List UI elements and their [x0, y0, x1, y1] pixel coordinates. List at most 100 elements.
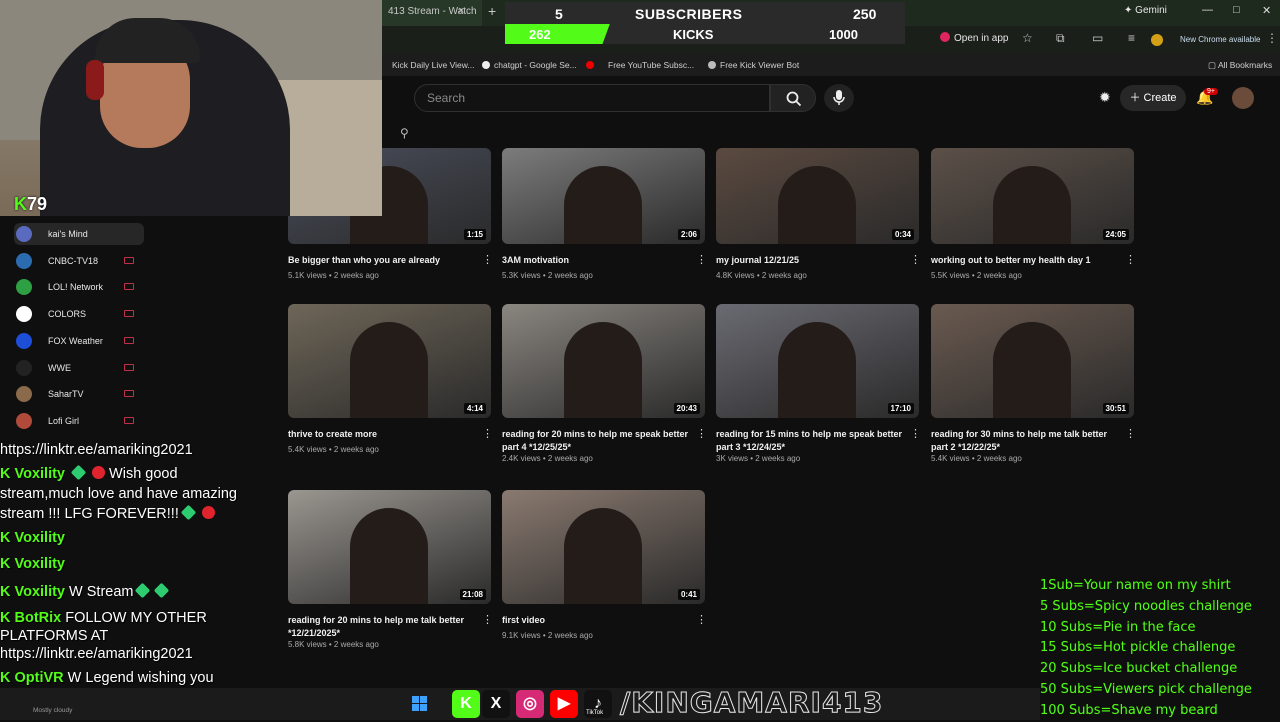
gemini-button[interactable]: ✦ Gemini [1124, 5, 1167, 16]
cast-icon[interactable]: ▭ [1092, 31, 1103, 45]
video-thumbnail[interactable]: 0:41 [502, 490, 705, 604]
channel-brand-handle: /KINGAMARI413 [619, 686, 884, 720]
search-button[interactable] [770, 84, 816, 112]
kick-icon[interactable]: K [452, 690, 480, 718]
globe-icon [708, 61, 716, 69]
video-title[interactable]: working out to better my health day 1 [931, 254, 1121, 267]
video-thumbnail[interactable]: 20:43 [502, 304, 705, 418]
thumbnail-person [993, 166, 1071, 244]
video-title[interactable]: reading for 20 mins to help me speak bet… [502, 428, 692, 454]
sidebar-item-channel[interactable]: CNBC-TV18 [14, 250, 274, 272]
bookmark-label: Free YouTube Subsc... [608, 60, 695, 70]
subscribers-goal: 250 [853, 6, 877, 22]
all-bookmarks-button[interactable]: ▢ All Bookmarks [1208, 60, 1272, 71]
subscribers-current: 5 [555, 6, 563, 22]
profile-icon[interactable] [1151, 34, 1163, 46]
windows-start-icon[interactable] [412, 696, 428, 712]
thumbnail-person [993, 322, 1071, 418]
bookmark-item[interactable]: Kick Daily Live View... [392, 60, 475, 70]
kick-badge-icon: K [0, 670, 15, 686]
video-duration: 2:06 [677, 229, 700, 240]
sidebar-item-channel[interactable]: SaharTV [14, 383, 274, 405]
video-menu-icon[interactable]: ⋮ [482, 253, 493, 266]
video-thumbnail[interactable]: 30:51 [931, 304, 1134, 418]
bookmark-item[interactable]: Free YouTube Subsc... [586, 60, 694, 70]
tab-close-icon[interactable]: × [458, 5, 464, 17]
video-title[interactable]: thrive to create more [288, 428, 478, 441]
video-menu-icon[interactable]: ⋮ [482, 613, 493, 626]
sidebar-item-channel[interactable]: WWE [14, 357, 274, 379]
video-menu-icon[interactable]: ⋮ [910, 253, 921, 266]
chat-message: stream !!! LFG FOREVER!!! [0, 504, 219, 522]
video-thumbnail[interactable]: 17:10 [716, 304, 919, 418]
youtube-app-icon [940, 32, 950, 42]
video-title[interactable]: my journal 12/21/25 [716, 254, 906, 267]
sidebar-item-channel[interactable]: LOL! Network [14, 276, 274, 298]
video-duration: 24:05 [1102, 229, 1129, 240]
chat-message: https://linktr.ee/amariking2021 [0, 442, 193, 458]
video-thumbnail[interactable]: 24:05 [931, 148, 1134, 244]
channel-avatar-icon [16, 279, 32, 296]
new-chrome-available-button[interactable]: New Chrome available [1180, 35, 1260, 44]
green-heart-icon [70, 464, 87, 481]
video-menu-icon[interactable]: ⋮ [696, 427, 707, 440]
channel-name: LOL! Network [48, 282, 104, 293]
avatar[interactable] [1232, 87, 1254, 109]
minimize-button[interactable]: — [1202, 4, 1213, 16]
browser-tab[interactable]: 413 Stream - Watch [382, 0, 482, 26]
x-icon[interactable]: X [482, 690, 510, 718]
video-menu-icon[interactable]: ⋮ [482, 427, 493, 440]
bookmark-star-icon[interactable]: ☆ [1022, 31, 1033, 45]
thumbnail-person [564, 322, 642, 418]
close-window-button[interactable]: ✕ [1262, 4, 1271, 17]
extensions-icon[interactable]: ⧉ [1056, 31, 1065, 46]
open-in-app-button[interactable]: Open in app [940, 32, 1009, 44]
video-menu-icon[interactable]: ⋮ [910, 427, 921, 440]
video-meta: 9.1K views • 2 weeks ago [502, 631, 593, 640]
sidebar-item-channel[interactable]: FOX Weather [14, 330, 274, 352]
voice-search-button[interactable] [824, 84, 854, 112]
instagram-icon[interactable]: ◎ [516, 690, 544, 718]
sidebar-item-channel[interactable]: COLORS [14, 303, 274, 325]
maximize-button[interactable]: □ [1233, 4, 1240, 16]
video-title[interactable]: Be bigger than who you are already [288, 254, 478, 267]
video-title[interactable]: reading for 30 mins to help me talk bett… [931, 428, 1121, 454]
chrome-menu-icon[interactable]: ⋮ [1266, 31, 1278, 45]
youtube-icon[interactable]: ▶ [550, 690, 578, 718]
gear-icon[interactable]: ✹ [1099, 89, 1111, 106]
video-menu-icon[interactable]: ⋮ [1125, 253, 1136, 266]
kick-logo-icon: K [14, 194, 27, 214]
video-meta: 5.5K views • 2 weeks ago [931, 271, 1022, 280]
chat-message: K Voxility W Stream [0, 582, 171, 600]
video-menu-icon[interactable]: ⋮ [696, 613, 707, 626]
search-input[interactable]: Search [414, 84, 770, 112]
live-indicator-icon [124, 336, 134, 344]
kicks-current: 262 [529, 27, 551, 42]
video-thumbnail[interactable]: 21:08 [288, 490, 491, 604]
bookmark-item[interactable]: chatgpt - Google Se... [482, 60, 577, 70]
video-thumbnail[interactable]: 4:14 [288, 304, 491, 418]
video-title[interactable]: reading for 15 mins to help me speak bet… [716, 428, 906, 454]
video-menu-icon[interactable]: ⋮ [1125, 427, 1136, 440]
video-title[interactable]: first video [502, 614, 692, 627]
video-duration: 0:41 [677, 589, 700, 600]
sidebar-item-channel[interactable]: Lofi Girl [14, 410, 274, 432]
video-title[interactable]: reading for 20 mins to help me talk bett… [288, 614, 478, 640]
bookmark-item[interactable]: Free Kick Viewer Bot [708, 60, 799, 70]
green-heart-icon [135, 582, 151, 599]
video-thumbnail[interactable]: 2:06 [502, 148, 705, 244]
video-thumbnail[interactable]: 0:34 [716, 148, 919, 244]
create-button[interactable]: ＋ Create [1120, 85, 1186, 111]
video-duration: 20:43 [673, 403, 700, 414]
sub-goal-item: 20 Subs=Ice bucket challenge [1040, 661, 1238, 677]
new-tab-button[interactable]: + [488, 3, 496, 19]
video-meta: 5.8K views • 2 weeks ago [288, 640, 379, 649]
video-title[interactable]: 3AM motivation [502, 254, 692, 267]
channel-avatar-icon [16, 252, 32, 269]
sidebar-item-channel[interactable]: kai's Mind [14, 223, 144, 245]
green-heart-icon [154, 582, 170, 599]
channel-search-icon[interactable]: ⚲ [400, 126, 409, 140]
subscribers-goal-bar: 5 SUBSCRIBERS 250 [505, 2, 905, 24]
video-menu-icon[interactable]: ⋮ [696, 253, 707, 266]
reading-list-icon[interactable]: ≡ [1128, 31, 1135, 45]
